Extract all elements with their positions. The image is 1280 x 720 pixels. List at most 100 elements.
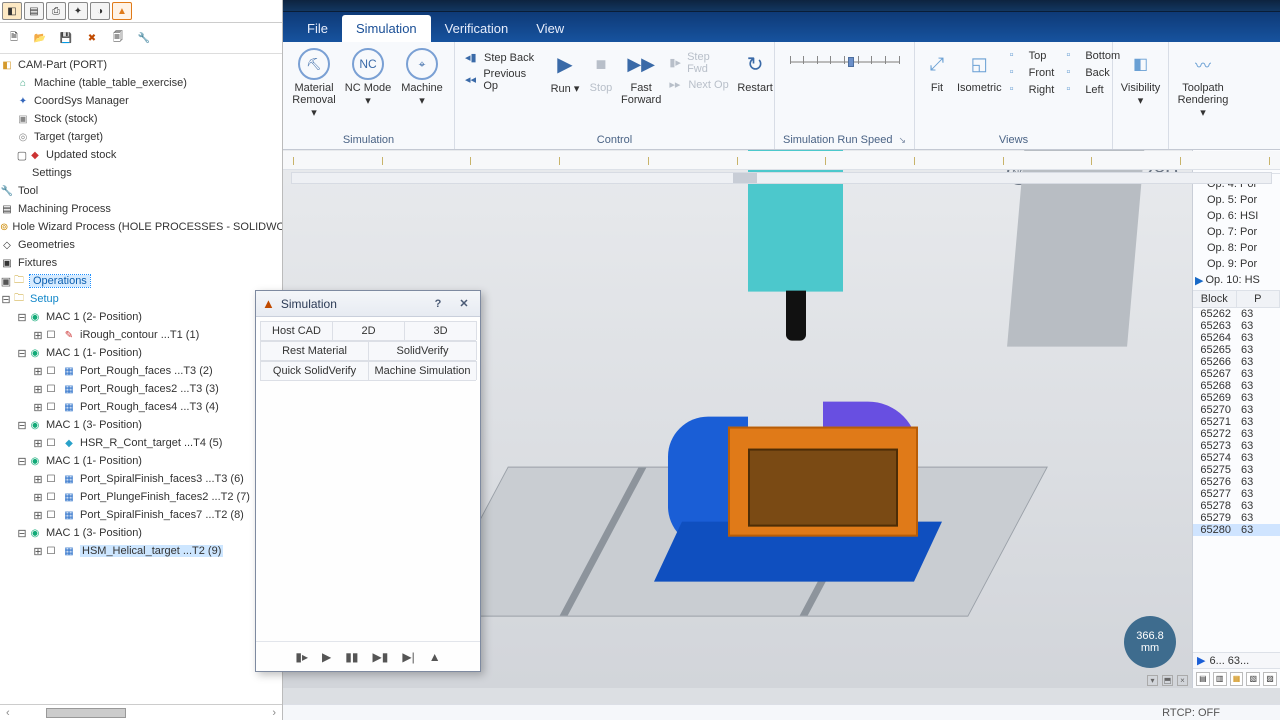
tree-target[interactable]: Target (target) xyxy=(34,131,103,143)
tree-mac1b[interactable]: MAC 1 (1- Position) xyxy=(46,455,142,467)
next-icon[interactable]: ▶▮ xyxy=(373,650,389,664)
tree-updated[interactable]: Updated stock xyxy=(46,149,116,161)
tbtn-5[interactable]: ◑ xyxy=(90,2,110,20)
next-op-button[interactable]: ▸▸Next Op xyxy=(665,77,733,93)
mini-down-icon[interactable]: ▾ xyxy=(1147,675,1158,686)
ml-btn3[interactable]: ▦ xyxy=(1230,672,1244,686)
tbtn-3[interactable]: ⎙ xyxy=(46,2,66,20)
flame-icon[interactable]: ▲ xyxy=(112,2,132,20)
tree-stock[interactable]: Stock (stock) xyxy=(34,113,98,125)
collapse-icon[interactable]: ⊟ xyxy=(16,347,28,360)
tree-setup[interactable]: Setup xyxy=(30,293,59,305)
timeline-scrollbar[interactable]: ‹› xyxy=(283,170,1280,186)
op-ppf2[interactable]: Port_PlungeFinish_faces2 ...T2 (7) xyxy=(80,491,250,503)
op-prf4[interactable]: Port_Rough_faces4 ...T3 (4) xyxy=(80,401,219,413)
block-row[interactable]: 6527663 xyxy=(1193,476,1280,488)
tbtn-1[interactable]: ◧ xyxy=(2,2,22,20)
open-icon[interactable]: 📂 xyxy=(30,29,50,47)
pause-icon[interactable]: ▮▮ xyxy=(345,650,358,664)
right-view-button[interactable]: ▫Right xyxy=(1006,82,1059,98)
tree-settings[interactable]: Settings xyxy=(32,167,72,179)
tab-restmaterial[interactable]: Rest Material xyxy=(260,341,369,360)
delete-icon[interactable]: ✖ xyxy=(82,29,102,47)
block-row[interactable]: 6527163 xyxy=(1193,416,1280,428)
tab-simulation[interactable]: Simulation xyxy=(342,15,431,42)
tree-mac2[interactable]: MAC 1 (2- Position) xyxy=(46,311,142,323)
block-row[interactable]: 6526863 xyxy=(1193,380,1280,392)
front-view-button[interactable]: ▫Front xyxy=(1006,65,1059,81)
tree-campart[interactable]: CAM-Part (PORT) xyxy=(18,59,107,71)
ml-btn1[interactable]: ▤ xyxy=(1196,672,1210,686)
block-row[interactable]: 6527363 xyxy=(1193,440,1280,452)
material-removal-button[interactable]: ⛏Material Removal ▾ xyxy=(289,46,339,119)
tab-verification[interactable]: Verification xyxy=(431,15,523,42)
close-button[interactable]: ✕ xyxy=(454,295,474,313)
tree-fixtures[interactable]: Fixtures xyxy=(18,257,57,269)
block-row[interactable]: 6528063 xyxy=(1193,524,1280,536)
tree-holewiz[interactable]: Hole Wizard Process (HOLE PROCESSES - SO… xyxy=(12,221,282,233)
block-row[interactable]: 6527763 xyxy=(1193,488,1280,500)
block-row[interactable]: 6527063 xyxy=(1193,404,1280,416)
tree-mac1a[interactable]: MAC 1 (1- Position) xyxy=(46,347,142,359)
tree-tool[interactable]: Tool xyxy=(18,185,38,197)
step-fwd-button[interactable]: ▮▸Step Fwd xyxy=(665,50,733,76)
tab-hostcad[interactable]: Host CAD xyxy=(260,321,333,340)
timeline[interactable] xyxy=(283,151,1280,170)
op-row[interactable]: ▶Op. 10: HS xyxy=(1195,272,1278,288)
tbtn-2[interactable]: ▤ xyxy=(24,2,44,20)
expand-icon[interactable]: ⊞ xyxy=(32,329,44,342)
collapse-icon[interactable]: ⊟ xyxy=(16,419,28,432)
expand-icon[interactable]: ⊞ xyxy=(32,545,44,558)
mini-close-icon[interactable]: × xyxy=(1177,675,1188,686)
speed-expand-icon[interactable]: ↘ xyxy=(898,135,906,146)
op-hsr[interactable]: HSR_R_Cont_target ...T4 (5) xyxy=(80,437,222,449)
new-icon[interactable]: 🗎 xyxy=(4,29,24,47)
op-row[interactable]: Op. 9: Por xyxy=(1195,256,1278,272)
wrench-icon[interactable]: 🔧 xyxy=(134,29,154,47)
block-row[interactable]: 6526263 xyxy=(1193,308,1280,320)
collapse-icon[interactable]: ⊟ xyxy=(0,293,12,306)
play-step-icon[interactable]: ▮▸ xyxy=(295,650,308,664)
block-row[interactable]: 6526763 xyxy=(1193,368,1280,380)
play-icon[interactable]: ▶ xyxy=(322,650,331,664)
copy-icon[interactable]: 🗐 xyxy=(108,29,128,47)
mini-pin-icon[interactable]: ⬒ xyxy=(1162,675,1173,686)
block-row[interactable]: 6527963 xyxy=(1193,512,1280,524)
op-hsm[interactable]: HSM_Helical_target ...T2 (9) xyxy=(80,545,223,557)
tree-geoms[interactable]: Geometries xyxy=(18,239,75,251)
expand-icon[interactable]: ⊞ xyxy=(32,437,44,450)
expand-icon[interactable]: ⊞ xyxy=(32,365,44,378)
nc-mode-button[interactable]: NCNC Mode ▾ xyxy=(343,46,393,107)
isometric-button[interactable]: ◱Isometric xyxy=(957,46,1002,94)
collapse-icon[interactable]: ▣ xyxy=(0,275,12,288)
block-list[interactable]: 6526263652636365264636526563652666365267… xyxy=(1193,308,1280,652)
op-prf[interactable]: Port_Rough_faces ...T3 (2) xyxy=(80,365,213,377)
popup-titlebar[interactable]: ▲ Simulation ? ✕ xyxy=(256,291,480,317)
cam-tree[interactable]: ◧CAM-Part (PORT) ⌂Machine (table_table_e… xyxy=(0,54,282,704)
block-row[interactable]: 6527563 xyxy=(1193,464,1280,476)
collapse-icon[interactable]: ⊟ xyxy=(16,455,28,468)
expand-icon[interactable]: ⊞ xyxy=(32,509,44,522)
tbtn-4[interactable]: ✦ xyxy=(68,2,88,20)
tree-mac3b[interactable]: MAC 1 (3- Position) xyxy=(46,527,142,539)
tab-file[interactable]: File xyxy=(293,15,342,42)
previous-op-button[interactable]: ◂◂Previous Op xyxy=(461,67,545,93)
tab-view[interactable]: View xyxy=(522,15,578,42)
op-row[interactable]: Op. 8: Por xyxy=(1195,240,1278,256)
op-psf7[interactable]: Port_SpiralFinish_faces7 ...T2 (8) xyxy=(80,509,244,521)
block-row[interactable]: 6527863 xyxy=(1193,500,1280,512)
fast-forward-button[interactable]: ▶▶Fast Forward xyxy=(621,46,661,106)
tab-3d[interactable]: 3D xyxy=(404,321,477,340)
ml-btn5[interactable]: ▨ xyxy=(1263,672,1277,686)
op-psf3[interactable]: Port_SpiralFinish_faces3 ...T3 (6) xyxy=(80,473,244,485)
stop-marker-icon[interactable]: ▲ xyxy=(429,650,441,664)
op-prf2[interactable]: Port_Rough_faces2 ...T3 (3) xyxy=(80,383,219,395)
top-view-button[interactable]: ▫Top xyxy=(1006,48,1059,64)
tab-2d[interactable]: 2D xyxy=(332,321,405,340)
end-icon[interactable]: ▶| xyxy=(402,650,414,664)
simulation-popup[interactable]: ▲ Simulation ? ✕ Host CAD 2D 3D Rest Mat… xyxy=(255,290,481,672)
op-row[interactable]: Op. 5: Por xyxy=(1195,192,1278,208)
machine-button[interactable]: ⌖Machine ▾ xyxy=(397,46,447,107)
op-row[interactable]: Op. 7: Por xyxy=(1195,224,1278,240)
tree-hscroll[interactable]: ‹› xyxy=(0,704,282,720)
